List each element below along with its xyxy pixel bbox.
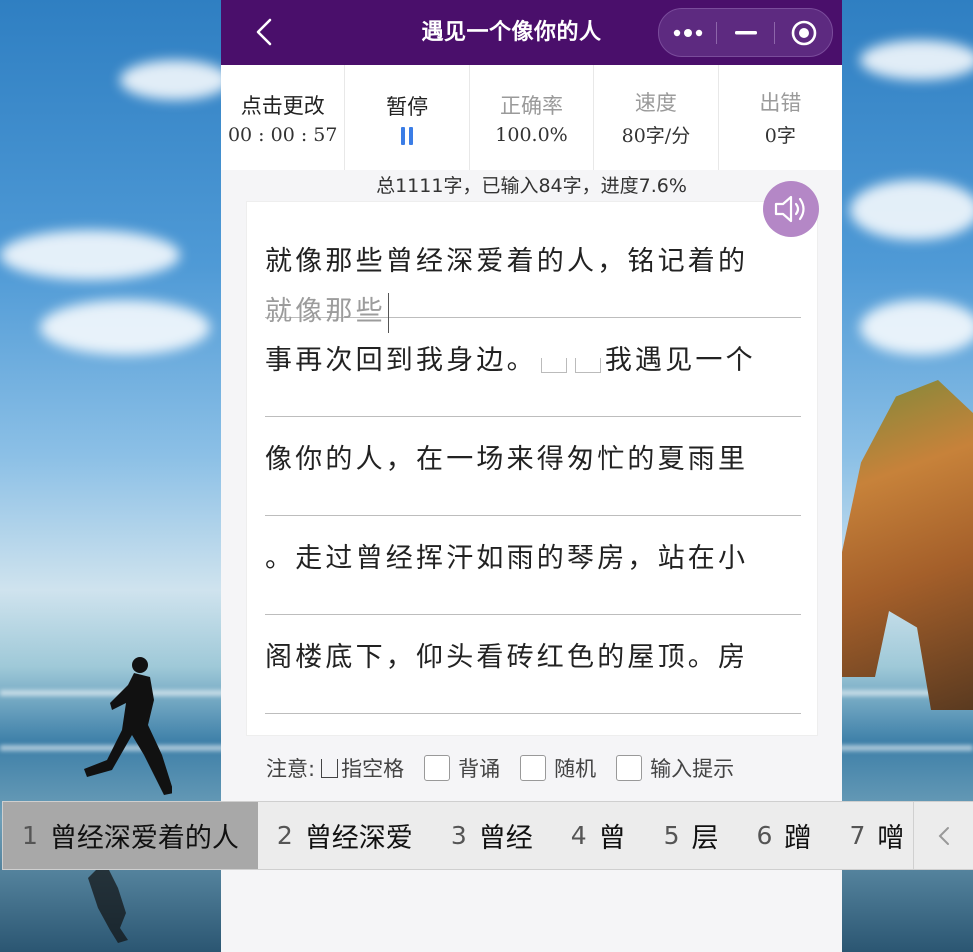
title-bar: 遇见一个像你的人: [221, 0, 842, 65]
candidate-item[interactable]: 2 曾经深爱: [258, 802, 432, 869]
note-suffix: 指空格: [341, 757, 405, 781]
candidate-text: 噌: [877, 823, 905, 854]
accuracy-label: 正确率: [500, 93, 564, 118]
error-stat: 出错 0字: [719, 65, 842, 170]
timer-value: 00 : 00 : 57: [227, 123, 338, 146]
speaker-button[interactable]: [763, 181, 819, 237]
candidate-number: 6: [756, 821, 773, 850]
candidate-number: 3: [450, 821, 467, 850]
source-text: 事再次回到我身边。 我遇见一个: [265, 338, 756, 377]
speaker-icon: [774, 195, 805, 223]
timer-stat[interactable]: 点击更改 00 : 00 : 57: [221, 65, 346, 170]
ime-candidate-bar: 1 曾经深爱着的人 2 曾经深爱 3 曾经 4曾 5层 6蹭 7噌: [2, 801, 973, 870]
article-line: 事再次回到我身边。 我遇见一个: [265, 318, 801, 417]
chevron-left-icon: [938, 826, 949, 845]
stats-bar: 点击更改 00 : 00 : 57 暂停 正确率 100.0% 速度 80字/分…: [221, 65, 842, 170]
candidate-text: 曾经深爱: [304, 823, 413, 854]
cloud: [0, 230, 180, 280]
close-button[interactable]: [775, 9, 832, 56]
input-hint-option[interactable]: 输入提示: [616, 753, 734, 783]
minimize-icon: [734, 30, 757, 34]
error-label: 出错: [759, 91, 802, 115]
input-hint-checkbox[interactable]: [616, 755, 643, 781]
space-symbol-icon: [321, 758, 339, 778]
more-dots-icon: [673, 28, 702, 37]
change-label: 点击更改: [240, 93, 325, 118]
source-text-after: 我遇见一个: [604, 345, 756, 376]
article-line: 像你的人，在一场来得匆忙的夏雨里: [265, 417, 801, 516]
source-text-before: 事再次回到我身边。: [265, 345, 537, 376]
accuracy-value: 100.0%: [495, 123, 568, 146]
article-line: 就像那些曾经深爱着的人，铭记着的 就像那些: [265, 219, 801, 333]
candidate-item[interactable]: 3 曾经: [432, 802, 552, 869]
note-prefix: 注意:: [266, 757, 316, 781]
pause-label: 暂停: [386, 94, 429, 119]
candidate-item[interactable]: 1 曾经深爱着的人: [3, 802, 258, 869]
candidate-item[interactable]: 6蹭: [738, 802, 831, 869]
candidate-number: 1: [22, 821, 38, 850]
candidate-item[interactable]: 7噌: [830, 802, 923, 869]
article-line: 阁楼底下，仰头看砖红色的屋顶。房: [265, 615, 801, 714]
recite-option[interactable]: 背诵: [424, 753, 500, 783]
candidate-number: 5: [663, 821, 680, 850]
accuracy-stat: 正确率 100.0%: [470, 65, 595, 170]
space-marker: [574, 358, 601, 373]
random-checkbox[interactable]: [520, 755, 547, 781]
candidate-number: 2: [276, 821, 293, 850]
more-button[interactable]: [659, 9, 716, 56]
options-row: 注意: 指空格 背诵 随机 输入提示: [266, 748, 754, 788]
article-line: 。走过曾经挥汗如雨的琴房，站在小: [265, 516, 801, 615]
runner-reflection: [88, 868, 128, 943]
candidate-number: 7: [849, 821, 866, 850]
error-value: 0字: [764, 125, 796, 147]
candidate-text: 曾经深爱着的人: [49, 823, 239, 854]
minimize-button[interactable]: [717, 9, 774, 56]
cloud: [850, 180, 973, 240]
speed-label: 速度: [634, 91, 677, 115]
cloud: [860, 300, 973, 355]
candidate-text: 蹭: [784, 823, 812, 854]
candidate-number: 4: [570, 821, 587, 850]
candidate-text: 层: [691, 823, 719, 854]
candidate-text: 曾: [598, 823, 626, 854]
runner-silhouette: [84, 657, 172, 795]
source-text: 像你的人，在一场来得匆忙的夏雨里: [265, 444, 749, 475]
candidate-item[interactable]: 4曾: [552, 802, 645, 869]
cloud: [120, 60, 230, 100]
recite-checkbox[interactable]: [424, 755, 451, 781]
random-label: 随机: [554, 757, 597, 781]
candidate-item[interactable]: 5层: [645, 802, 738, 869]
recite-label: 背诵: [458, 757, 501, 781]
candidate-prev-button[interactable]: [913, 802, 973, 869]
input-hint-label: 输入提示: [650, 757, 735, 781]
speed-stat: 速度 80字/分: [594, 65, 719, 170]
source-text: 就像那些曾经深爱着的人，铭记着的: [265, 246, 749, 277]
pause-button[interactable]: 暂停: [345, 65, 470, 170]
source-text: 。走过曾经挥汗如雨的琴房，站在小: [265, 543, 749, 574]
pause-icon: [401, 126, 414, 145]
target-circle-icon: [791, 20, 816, 45]
cloud: [40, 300, 210, 355]
speed-value: 80字/分: [621, 125, 691, 147]
progress-text: 总1111字，已输入84字，进度7.6%: [376, 175, 687, 197]
capsule-menu: [658, 8, 833, 57]
sea-rock: [833, 380, 973, 710]
article-card[interactable]: 就像那些曾经深爱着的人，铭记着的 就像那些 事再次回到我身边。 我遇见一个 像你的…: [246, 201, 818, 736]
candidate-text: 曾经: [478, 823, 533, 854]
random-option[interactable]: 随机: [520, 753, 596, 783]
source-text: 阁楼底下，仰头看砖红色的屋顶。房: [265, 642, 749, 673]
space-note: 注意: 指空格: [266, 753, 404, 783]
cloud: [860, 40, 973, 80]
space-marker: [540, 358, 567, 373]
